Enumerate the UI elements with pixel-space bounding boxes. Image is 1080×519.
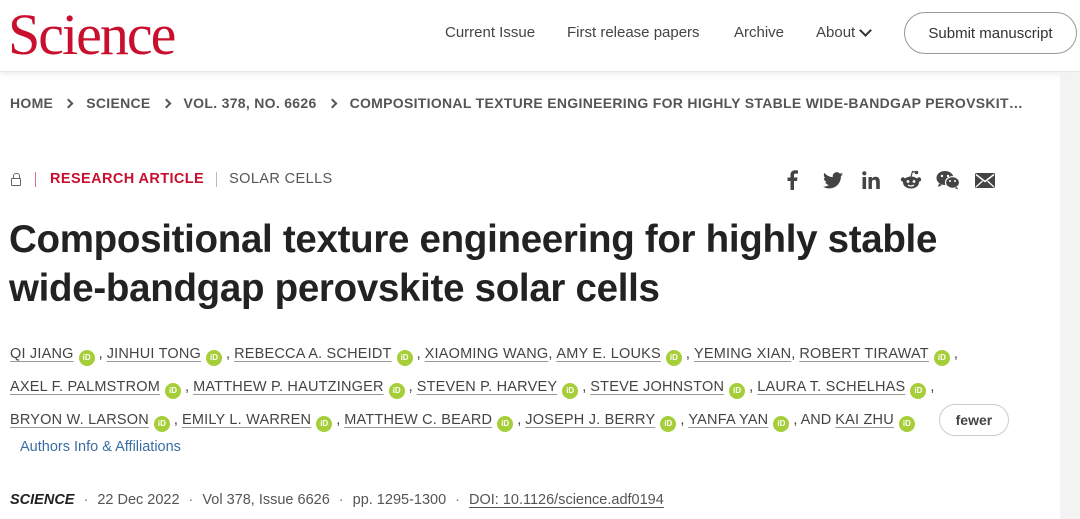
nav-about-label: About xyxy=(816,24,856,41)
author-link[interactable]: YEMING XIAN xyxy=(694,346,791,362)
author-link[interactable]: XIAOMING WANG xyxy=(425,346,549,362)
facebook-icon[interactable] xyxy=(786,168,798,192)
orcid-icon[interactable]: iD xyxy=(562,383,579,399)
linkedin-icon[interactable] xyxy=(862,168,880,192)
orcid-icon[interactable]: iD xyxy=(153,416,170,432)
author-link[interactable]: YANFA YAN xyxy=(688,412,768,428)
orcid-icon[interactable]: iD xyxy=(396,350,413,366)
author-link[interactable]: STEVE JOHNSTON xyxy=(590,379,724,395)
author-link[interactable]: JINHUI TONG xyxy=(107,346,201,362)
orcid-icon[interactable]: iD xyxy=(316,416,333,432)
orcid-icon[interactable]: iD xyxy=(165,383,182,399)
breadcrumb: HOME SCIENCE VOL. 378, NO. 6626 COMPOSIT… xyxy=(10,95,1023,111)
nav-first-release-papers[interactable]: First release papers xyxy=(567,24,700,41)
article-type: RESEARCH ARTICLE xyxy=(50,171,205,187)
divider xyxy=(35,171,36,187)
citation-line: SCIENCE · 22 Dec 2022 · Vol 378, Issue 6… xyxy=(10,492,664,508)
reddit-icon[interactable] xyxy=(900,168,922,192)
author-link[interactable]: BRYON W. LARSON xyxy=(10,412,149,428)
article-title: Compositional texture engineering for hi… xyxy=(9,218,938,310)
separator-dot: · xyxy=(188,492,194,508)
citation-date: 22 Dec 2022 xyxy=(97,492,180,508)
nav-current-issue[interactable]: Current Issue xyxy=(445,24,535,41)
orcid-icon[interactable]: iD xyxy=(773,416,790,432)
author-link[interactable]: KAI ZHU xyxy=(835,412,894,428)
separator-dot: · xyxy=(83,492,89,508)
doi-link[interactable]: DOI: 10.1126/science.adf0194 xyxy=(469,492,664,508)
author-link[interactable]: LAURA T. SCHELHAS xyxy=(757,379,905,395)
author-line: AXEL F. PALMSTROM iD, MATTHEW P. HAUTZING… xyxy=(10,371,1010,404)
orcid-icon[interactable]: iD xyxy=(910,383,927,399)
page-gutter xyxy=(1060,73,1080,519)
breadcrumb-current: COMPOSITIONAL TEXTURE ENGINEERING FOR HI… xyxy=(349,95,1024,111)
orcid-icon[interactable]: iD xyxy=(665,350,682,366)
fewer-authors-button[interactable]: fewer xyxy=(938,404,1009,437)
breadcrumb-science[interactable]: SCIENCE xyxy=(86,95,150,111)
nav-about[interactable]: About xyxy=(816,23,873,41)
author-line: BRYON W. LARSON iD, EMILY L. WARREN iD, MA… xyxy=(10,404,1010,437)
separator-dot: · xyxy=(338,492,344,508)
citation-pages: pp. 1295-1300 xyxy=(352,492,447,508)
chevron-right-icon xyxy=(161,98,171,108)
orcid-icon[interactable]: iD xyxy=(206,350,223,366)
breadcrumb-volume[interactable]: VOL. 378, NO. 6626 xyxy=(184,95,317,111)
separator-dot: · xyxy=(455,492,460,508)
author-link[interactable]: JOSEPH J. BERRY xyxy=(525,412,655,428)
site-header: Science Current Issue First release pape… xyxy=(0,0,1080,72)
author-link[interactable]: ROBERT TIRAWAT xyxy=(799,346,929,362)
chevron-right-icon xyxy=(63,98,74,108)
authors-info-affiliations-link[interactable]: Authors Info & Affiliations xyxy=(20,439,181,455)
author-link[interactable]: EMILY L. WARREN xyxy=(182,412,311,428)
author-link[interactable]: QI JIANG xyxy=(10,346,74,362)
author-link[interactable]: REBECCA A. SCHEIDT xyxy=(234,346,392,362)
chevron-down-icon xyxy=(859,23,873,37)
author-link[interactable]: AMY E. LOUKS xyxy=(556,346,660,362)
author-list: QI JIANG iD, JINHUI TONG iD, REBECCA A. SC… xyxy=(10,338,1010,437)
author-line: QI JIANG iD, JINHUI TONG iD, REBECCA A. SC… xyxy=(10,338,1010,371)
author-link[interactable]: STEVEN P. HARVEY xyxy=(417,379,557,395)
orcid-icon[interactable]: iD xyxy=(497,416,514,432)
orcid-icon[interactable]: iD xyxy=(933,350,950,366)
citation-journal: SCIENCE xyxy=(10,492,75,508)
author-link[interactable]: AXEL F. PALMSTROM xyxy=(10,379,160,395)
wechat-icon[interactable] xyxy=(936,168,960,192)
citation-volume: Vol 378, Issue 6626 xyxy=(202,492,330,508)
orcid-icon[interactable]: iD xyxy=(388,383,405,399)
email-icon[interactable] xyxy=(975,168,995,192)
and-text: AND xyxy=(800,412,832,428)
author-link[interactable]: MATTHEW C. BEARD xyxy=(344,412,492,428)
lock-icon xyxy=(11,173,21,186)
orcid-icon[interactable]: iD xyxy=(660,416,677,432)
submit-manuscript-button[interactable]: Submit manuscript xyxy=(904,12,1077,54)
orcid-icon[interactable]: iD xyxy=(729,383,746,399)
science-logo[interactable]: Science xyxy=(8,4,176,66)
orcid-icon[interactable]: iD xyxy=(78,350,95,366)
twitter-icon[interactable] xyxy=(823,168,843,192)
divider xyxy=(216,171,218,187)
author-link[interactable]: MATTHEW P. HAUTZINGER xyxy=(193,379,384,395)
article-subject[interactable]: SOLAR CELLS xyxy=(229,171,333,187)
chevron-right-icon xyxy=(327,98,338,108)
nav-archive[interactable]: Archive xyxy=(734,24,784,41)
orcid-icon[interactable]: iD xyxy=(898,416,915,432)
article-meta: RESEARCH ARTICLE SOLAR CELLS xyxy=(11,171,333,187)
breadcrumb-home[interactable]: HOME xyxy=(10,95,53,111)
